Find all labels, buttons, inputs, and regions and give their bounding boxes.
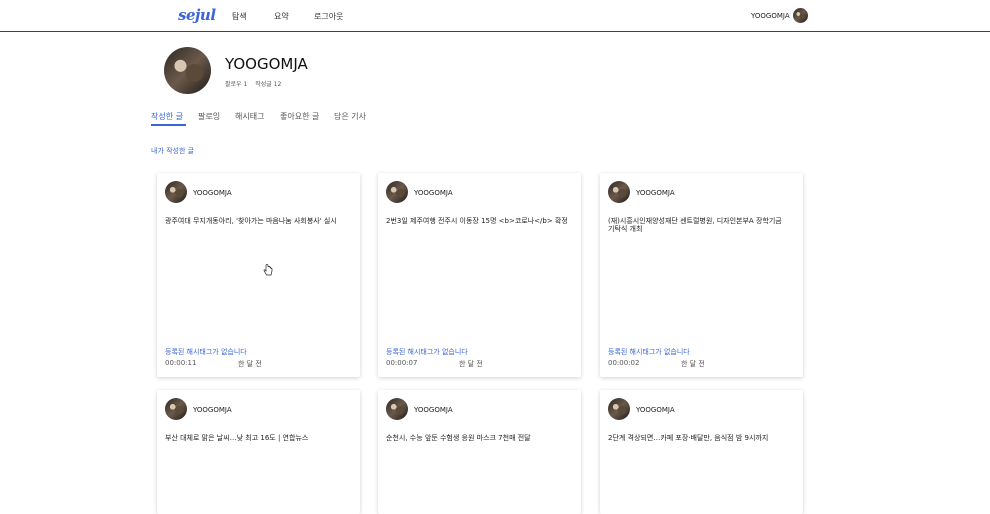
- nav-logout[interactable]: 로그아웃: [314, 11, 343, 22]
- card-username: YOOGOMJA: [636, 189, 675, 197]
- card-avatar: [165, 181, 187, 203]
- tab-saved-articles[interactable]: 담은 기사: [334, 111, 366, 122]
- profile-stats: 팔로우 1 작성글 12: [225, 79, 287, 88]
- tab-my-posts[interactable]: 작성한 글: [151, 111, 183, 122]
- current-user-avatar[interactable]: [793, 8, 808, 23]
- card-time-ago: 한 달 전: [681, 360, 705, 368]
- card-time-ago: 한 달 전: [238, 360, 262, 368]
- hand-pointer-icon: [263, 264, 273, 276]
- card-hashtag-status: 등록된 해시태그가 없습니다: [165, 348, 247, 356]
- card-hashtag-status: 등록된 해시태그가 없습니다: [386, 348, 468, 356]
- post-card[interactable]: YOOGOMJA 광주여대 무지개동아리, '찾아가는 마음나눔 사회봉사' 실…: [157, 173, 360, 377]
- active-tab-indicator: [151, 124, 186, 126]
- card-duration: 00:00:07: [386, 359, 418, 367]
- card-username: YOOGOMJA: [414, 406, 453, 414]
- card-title[interactable]: 부산 대체로 맑은 날씨…낮 최고 16도 | 연합뉴스: [165, 434, 347, 442]
- follower-count[interactable]: 팔로우 1: [225, 81, 247, 88]
- card-title[interactable]: (재)시흥시인재양성재단 센트럴병원, 디자인본부A 장학기금 기탁식 개최: [608, 217, 790, 233]
- card-username: YOOGOMJA: [193, 189, 232, 197]
- card-duration: 00:00:02: [608, 359, 640, 367]
- section-title: 내가 작성한 글: [151, 147, 195, 155]
- nav-explore[interactable]: 탐색: [232, 11, 247, 22]
- card-duration: 00:00:11: [165, 359, 197, 367]
- card-username: YOOGOMJA: [414, 189, 453, 197]
- card-time-ago: 한 달 전: [459, 360, 483, 368]
- tab-hashtags[interactable]: 해시태그: [235, 111, 264, 122]
- logo[interactable]: sejul: [178, 6, 216, 24]
- card-avatar: [165, 398, 187, 420]
- profile-avatar: [164, 47, 211, 94]
- card-avatar: [386, 398, 408, 420]
- post-card[interactable]: YOOGOMJA (재)시흥시인재양성재단 센트럴병원, 디자인본부A 장학기금…: [600, 173, 803, 377]
- top-navbar: sejul 탐색 요약 로그아웃 YOOGOMJA: [0, 0, 990, 32]
- tab-following[interactable]: 팔로잉: [198, 111, 220, 122]
- post-count: 작성글 12: [255, 81, 282, 88]
- card-title[interactable]: 광주여대 무지개동아리, '찾아가는 마음나눔 사회봉사' 실시: [165, 217, 347, 225]
- card-avatar: [386, 181, 408, 203]
- card-hashtag-status: 등록된 해시태그가 없습니다: [608, 348, 690, 356]
- post-card[interactable]: YOOGOMJA 순천시, 수능 앞둔 수험생 응원 마스크 7천매 전달: [378, 390, 581, 514]
- nav-summary[interactable]: 요약: [274, 11, 289, 22]
- card-title[interactable]: 2단계 격상되면…카페 포장·배달만, 음식점 밤 9시까지: [608, 434, 790, 442]
- card-username: YOOGOMJA: [193, 406, 232, 414]
- card-title[interactable]: 2번3일 제주여행 전주시 이동장 15명 <b>코로나</b> 확정: [386, 217, 568, 225]
- current-user-name[interactable]: YOOGOMJA: [751, 12, 790, 20]
- post-card[interactable]: YOOGOMJA 2단계 격상되면…카페 포장·배달만, 음식점 밤 9시까지: [600, 390, 803, 514]
- profile-name: YOOGOMJA: [225, 55, 308, 73]
- tab-liked-posts[interactable]: 좋아요한 글: [280, 111, 319, 122]
- card-avatar: [608, 181, 630, 203]
- post-card[interactable]: YOOGOMJA 2번3일 제주여행 전주시 이동장 15명 <b>코로나</b…: [378, 173, 581, 377]
- card-title[interactable]: 순천시, 수능 앞둔 수험생 응원 마스크 7천매 전달: [386, 434, 568, 442]
- card-avatar: [608, 398, 630, 420]
- card-username: YOOGOMJA: [636, 406, 675, 414]
- post-card[interactable]: YOOGOMJA 부산 대체로 맑은 날씨…낮 최고 16도 | 연합뉴스: [157, 390, 360, 514]
